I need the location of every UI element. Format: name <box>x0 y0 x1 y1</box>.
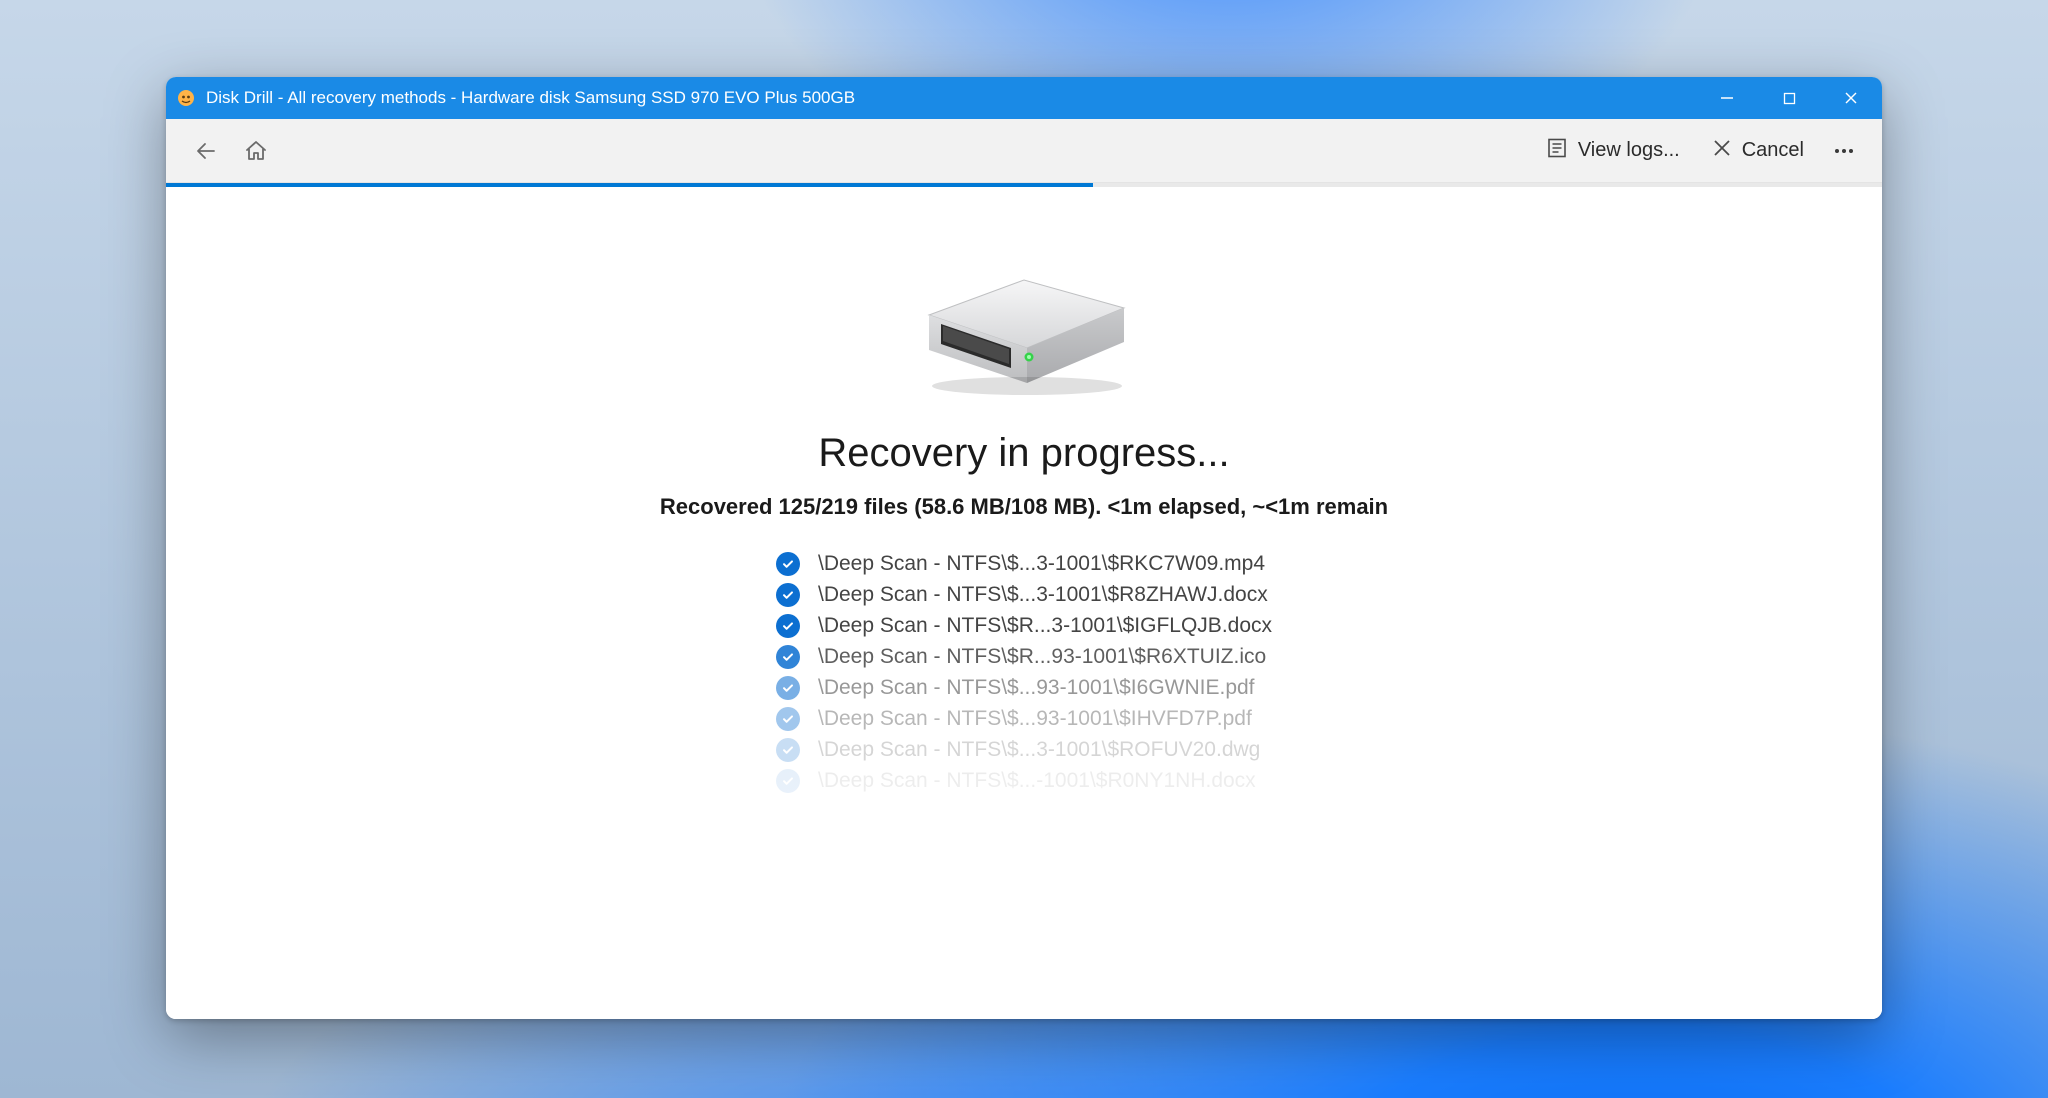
file-path: \Deep Scan - NTFS\$R...93-1001\$R6XTUIZ.… <box>818 645 1266 669</box>
app-window: Disk Drill - All recovery methods - Hard… <box>166 77 1882 1019</box>
check-icon <box>776 583 800 607</box>
arrow-left-icon <box>194 139 218 163</box>
check-icon <box>776 552 800 576</box>
minimize-icon <box>1720 91 1734 105</box>
logs-icon <box>1546 137 1568 165</box>
file-row: \Deep Scan - NTFS\$...3-1001\$R8ZHAWJ.do… <box>776 583 1268 607</box>
check-icon <box>776 676 800 700</box>
fade-overlay <box>166 759 1882 1019</box>
more-icon <box>1832 139 1856 163</box>
file-row: \Deep Scan - NTFS\$R...93-1001\$R6XTUIZ.… <box>776 645 1266 669</box>
check-icon <box>776 614 800 638</box>
file-path: \Deep Scan - NTFS\$...-1001\$R0NY1NH.doc… <box>818 769 1256 793</box>
main-content: Recovery in progress... Recovered 125/21… <box>166 187 1882 1019</box>
more-button[interactable] <box>1822 129 1866 173</box>
close-icon <box>1844 91 1858 105</box>
file-path: \Deep Scan - NTFS\$...3-1001\$R8ZHAWJ.do… <box>818 583 1268 607</box>
cancel-icon <box>1712 138 1732 164</box>
maximize-icon <box>1783 92 1796 105</box>
recovered-files-list: \Deep Scan - NTFS\$...3-1001\$RKC7W09.mp… <box>776 552 1272 793</box>
file-row: \Deep Scan - NTFS\$...3-1001\$RKC7W09.mp… <box>776 552 1265 576</box>
home-icon <box>244 139 268 163</box>
window-title: Disk Drill - All recovery methods - Hard… <box>206 88 1696 108</box>
file-path: \Deep Scan - NTFS\$...3-1001\$ROFUV20.dw… <box>818 738 1260 762</box>
check-icon <box>776 645 800 669</box>
home-button[interactable] <box>234 129 278 173</box>
close-button[interactable] <box>1820 77 1882 119</box>
toolbar: View logs... Cancel <box>166 119 1882 183</box>
maximize-button[interactable] <box>1758 77 1820 119</box>
file-row: \Deep Scan - NTFS\$R...3-1001\$IGFLQJB.d… <box>776 614 1272 638</box>
titlebar[interactable]: Disk Drill - All recovery methods - Hard… <box>166 77 1882 119</box>
back-button[interactable] <box>184 129 228 173</box>
file-path: \Deep Scan - NTFS\$...3-1001\$RKC7W09.mp… <box>818 552 1265 576</box>
disk-illustration <box>894 255 1154 405</box>
cancel-label: Cancel <box>1742 139 1804 162</box>
recovery-headline: Recovery in progress... <box>818 431 1229 476</box>
file-row: \Deep Scan - NTFS\$...3-1001\$ROFUV20.dw… <box>776 738 1260 762</box>
check-icon <box>776 769 800 793</box>
cancel-button[interactable]: Cancel <box>1698 130 1818 172</box>
window-controls <box>1696 77 1882 119</box>
file-row: \Deep Scan - NTFS\$...93-1001\$IHVFD7P.p… <box>776 707 1252 731</box>
app-icon <box>176 88 196 108</box>
file-row: \Deep Scan - NTFS\$...-1001\$R0NY1NH.doc… <box>776 769 1256 793</box>
file-path: \Deep Scan - NTFS\$...93-1001\$IHVFD7P.p… <box>818 707 1252 731</box>
minimize-button[interactable] <box>1696 77 1758 119</box>
file-row: \Deep Scan - NTFS\$...93-1001\$I6GWNIE.p… <box>776 676 1255 700</box>
recovery-status: Recovered 125/219 files (58.6 MB/108 MB)… <box>660 494 1388 520</box>
file-path: \Deep Scan - NTFS\$R...3-1001\$IGFLQJB.d… <box>818 614 1272 638</box>
check-icon <box>776 707 800 731</box>
check-icon <box>776 738 800 762</box>
view-logs-button[interactable]: View logs... <box>1532 129 1694 173</box>
file-path: \Deep Scan - NTFS\$...93-1001\$I6GWNIE.p… <box>818 676 1255 700</box>
view-logs-label: View logs... <box>1578 139 1680 162</box>
